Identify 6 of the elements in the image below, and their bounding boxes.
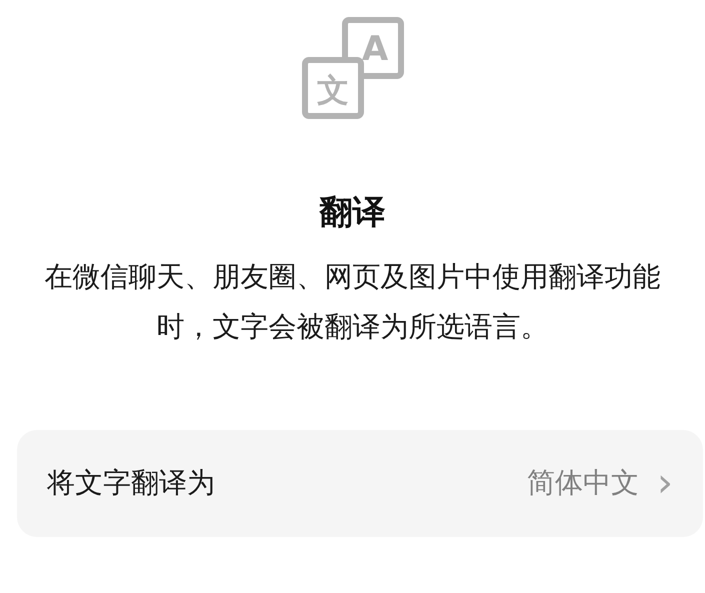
settings-row[interactable]: 将文字翻译为 简体中文 › [17, 430, 703, 537]
page-title: 翻译 [320, 192, 386, 232]
description-text: 在微信聊天、朋友圈、网页及图片中使用翻译功能时，文字会被翻译为所选语言。 [44, 258, 662, 345]
setting-label: 将文字翻译为 [47, 465, 215, 502]
chevron-icon: › [657, 463, 673, 504]
setting-value: 简体中文 [527, 465, 639, 502]
